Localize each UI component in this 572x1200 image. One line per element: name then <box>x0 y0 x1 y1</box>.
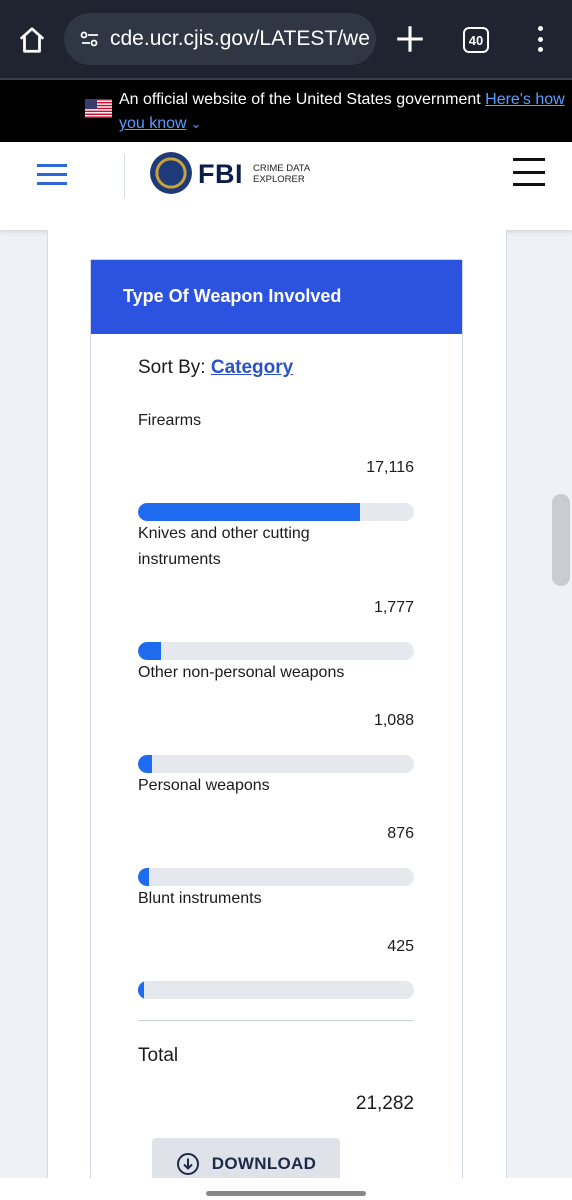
category-bar <box>138 981 414 999</box>
system-nav-area <box>0 1178 572 1200</box>
header-divider <box>124 154 125 198</box>
category-label: Firearms <box>138 412 202 429</box>
home-button[interactable] <box>14 22 50 58</box>
total-divider <box>138 1020 414 1021</box>
home-icon <box>19 27 45 53</box>
download-circle-icon <box>176 1153 199 1175</box>
url-text: cde.ucr.cjis.gov/LATEST/we <box>110 27 370 50</box>
category-bar-fill <box>138 503 360 521</box>
category-bar <box>138 642 414 660</box>
address-bar[interactable]: cde.ucr.cjis.gov/LATEST/we <box>64 13 376 65</box>
sidebar-toggle-icon[interactable] <box>37 164 67 186</box>
logo-subtitle-line1: CRIME DATA <box>253 163 311 174</box>
site-logo-subtitle: CRIME DATA EXPLORER <box>253 163 310 185</box>
panel-title: Type Of Weapon Involved <box>123 286 342 306</box>
category-bar-fill <box>138 981 144 999</box>
more-vert-icon[interactable] <box>528 24 552 54</box>
category-bar <box>138 503 414 521</box>
chevron-down-icon[interactable]: ⌄ <box>191 116 202 131</box>
main-menu-icon[interactable] <box>513 158 545 186</box>
tab-switcher-icon[interactable]: 40 <box>463 27 489 53</box>
scrollbar-thumb[interactable] <box>552 494 570 586</box>
category-label: Knives and other cutting instruments <box>138 525 310 568</box>
category-value: 876 <box>387 825 414 842</box>
category-label: Personal weapons <box>138 777 270 794</box>
browser-toolbar: cde.ucr.cjis.gov/LATEST/we 40 <box>0 0 572 78</box>
site-header: FBI CRIME DATA EXPLORER <box>0 142 572 230</box>
total-label: Total <box>138 1045 179 1066</box>
weapon-panel: Type Of Weapon Involved Sort By: Categor… <box>90 259 463 1200</box>
gov-banner-message: An official website of the United States… <box>119 91 481 108</box>
gov-banner: An official website of the United States… <box>0 80 572 142</box>
category-label: Other non-personal weapons <box>138 664 345 681</box>
sort-row: Sort By: Category <box>138 357 293 379</box>
plus-icon[interactable] <box>393 22 427 56</box>
sort-category-link[interactable]: Category <box>211 357 293 378</box>
category-bar <box>138 868 414 886</box>
logo-subtitle-line2: EXPLORER <box>253 174 305 185</box>
category-value: 425 <box>387 938 414 955</box>
category-label: Blunt instruments <box>138 890 262 907</box>
category-bar-fill <box>138 755 153 773</box>
tune-icon[interactable] <box>78 27 102 51</box>
panel-header: Type Of Weapon Involved <box>91 260 462 334</box>
gov-banner-text: An official website of the United States… <box>119 88 567 136</box>
fbi-seal-icon <box>150 152 192 194</box>
category-bar-fill <box>138 642 161 660</box>
category-value: 17,116 <box>366 459 414 476</box>
category-bar <box>138 755 414 773</box>
download-label: DOWNLOAD <box>211 1154 317 1173</box>
site-logo-text[interactable]: FBI <box>198 159 243 190</box>
category-bar-fill <box>138 868 150 886</box>
sort-label: Sort By: <box>138 357 206 378</box>
us-flag-icon <box>85 99 112 118</box>
category-value: 1,088 <box>373 712 414 729</box>
total-value: 21,282 <box>355 1093 414 1114</box>
category-value: 1,777 <box>373 599 414 616</box>
gesture-handle[interactable] <box>206 1191 366 1196</box>
